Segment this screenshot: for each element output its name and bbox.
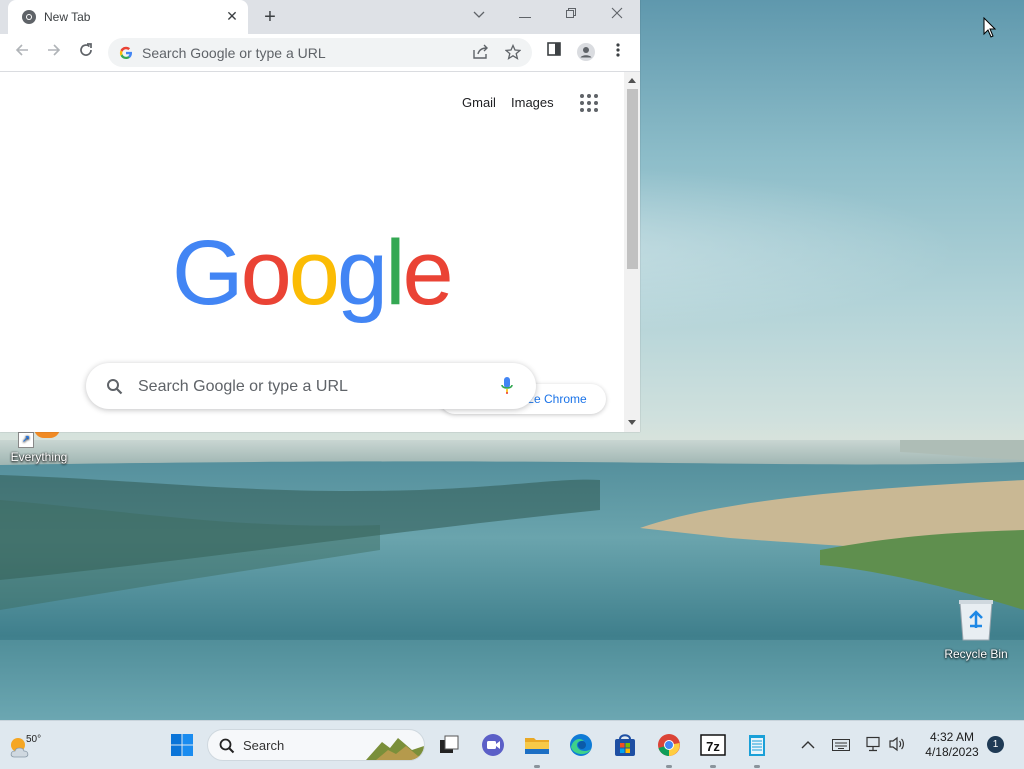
start-button[interactable] <box>166 729 198 761</box>
bookmark-star-icon[interactable] <box>504 43 522 65</box>
svg-text:Google: Google <box>172 232 451 324</box>
notification-badge[interactable]: 1 <box>987 736 1004 753</box>
edge-button[interactable] <box>565 729 597 761</box>
notepad-icon <box>749 735 765 756</box>
network-icon[interactable] <box>864 736 882 757</box>
desktop-icon-label: Recycle Bin <box>944 647 1008 661</box>
7zip-button[interactable]: 7z <box>697 729 729 761</box>
lake-landscape <box>0 440 1024 720</box>
windows-logo-icon <box>171 734 193 756</box>
search-icon <box>219 738 235 754</box>
search-placeholder: Search Google or type a URL <box>138 378 348 395</box>
profile-avatar-icon[interactable] <box>575 42 597 62</box>
show-hidden-icons-chevron-icon[interactable] <box>801 737 815 755</box>
back-button[interactable] <box>11 42 33 62</box>
keyboard-icon[interactable] <box>832 738 850 756</box>
google-apps-icon[interactable] <box>580 94 598 112</box>
tab-close-icon[interactable]: ✕ <box>224 8 240 24</box>
task-view-button[interactable] <box>433 729 465 761</box>
forward-button[interactable] <box>43 42 65 62</box>
notepad-button[interactable] <box>741 729 773 761</box>
weather-widget[interactable]: 50° <box>6 727 50 763</box>
scrollbar-thumb[interactable] <box>627 89 638 269</box>
shortcut-arrow-icon: ↗ <box>18 432 34 448</box>
tab-new-tab[interactable]: New Tab ✕ <box>8 0 248 34</box>
restore-button[interactable] <box>560 6 582 24</box>
new-tab-button[interactable]: + <box>259 6 281 28</box>
tab-title: New Tab <box>44 10 91 24</box>
weather-temperature: 50° <box>26 734 42 745</box>
minimize-button[interactable] <box>514 6 536 24</box>
chrome-icon <box>658 734 680 756</box>
recycle-bin-icon <box>959 600 993 641</box>
omnibox-placeholder: Search Google or type a URL <box>142 45 326 61</box>
side-panel-button[interactable] <box>543 42 565 62</box>
clock-date: 4/18/2023 <box>925 745 979 759</box>
tab-search-chevron-icon[interactable] <box>468 6 490 24</box>
chrome-favicon-icon <box>22 10 36 24</box>
system-clock[interactable]: 4:32 AM 4/18/2023 <box>914 730 990 760</box>
google-logo: Google <box>172 232 452 324</box>
reload-button[interactable] <box>75 42 97 62</box>
kebab-menu-icon[interactable] <box>607 42 629 62</box>
taskbar-search-label: Search <box>243 738 285 753</box>
search-icon <box>107 379 123 395</box>
meet-app-button[interactable] <box>477 729 509 761</box>
title-bar: New Tab ✕ + <box>0 0 640 34</box>
browser-toolbar: Search Google or type a URL <box>0 34 640 72</box>
images-link[interactable]: Images <box>511 95 554 110</box>
share-icon[interactable] <box>472 44 490 65</box>
volume-icon[interactable] <box>888 736 906 757</box>
chrome-taskbar-button[interactable] <box>653 729 685 761</box>
mouse-cursor-icon <box>983 17 997 38</box>
new-tab-page: Gmail Images Google ze Chrome Search Goo… <box>0 72 624 432</box>
edge-icon <box>570 734 592 756</box>
microsoft-store-button[interactable] <box>609 729 641 761</box>
search-box[interactable]: Search Google or type a URL <box>86 363 536 409</box>
close-window-button[interactable] <box>606 6 628 24</box>
video-chat-icon <box>482 734 504 756</box>
folder-icon <box>525 738 549 754</box>
taskbar-search-box[interactable]: Search <box>207 729 425 761</box>
logo-letter-g1: G <box>172 232 241 324</box>
search-highlight-mountain-icon <box>366 738 424 760</box>
7zip-icon: 7z <box>700 734 726 756</box>
file-explorer-button[interactable] <box>521 729 553 761</box>
svg-text:7z: 7z <box>706 739 720 754</box>
voice-search-mic-icon[interactable] <box>500 376 514 396</box>
taskbar: 50° Search 7z 4:32 AM 4/18/2023 1 <box>0 720 1024 769</box>
task-view-icon <box>440 735 459 753</box>
store-bag-icon <box>615 734 635 756</box>
scroll-up-arrow-icon[interactable] <box>628 77 636 83</box>
gmail-link[interactable]: Gmail <box>462 95 496 110</box>
scroll-down-arrow-icon[interactable] <box>628 420 636 426</box>
vertical-scrollbar[interactable] <box>624 72 640 432</box>
clock-time: 4:32 AM <box>929 730 975 744</box>
google-g-icon <box>119 46 132 59</box>
omnibox[interactable]: Search Google or type a URL <box>108 38 532 67</box>
chrome-window: New Tab ✕ + Search Google or type a URL … <box>0 0 640 432</box>
customize-chrome-label: ze Chrome <box>528 392 587 406</box>
desktop-icon-label: Everything <box>10 450 68 464</box>
